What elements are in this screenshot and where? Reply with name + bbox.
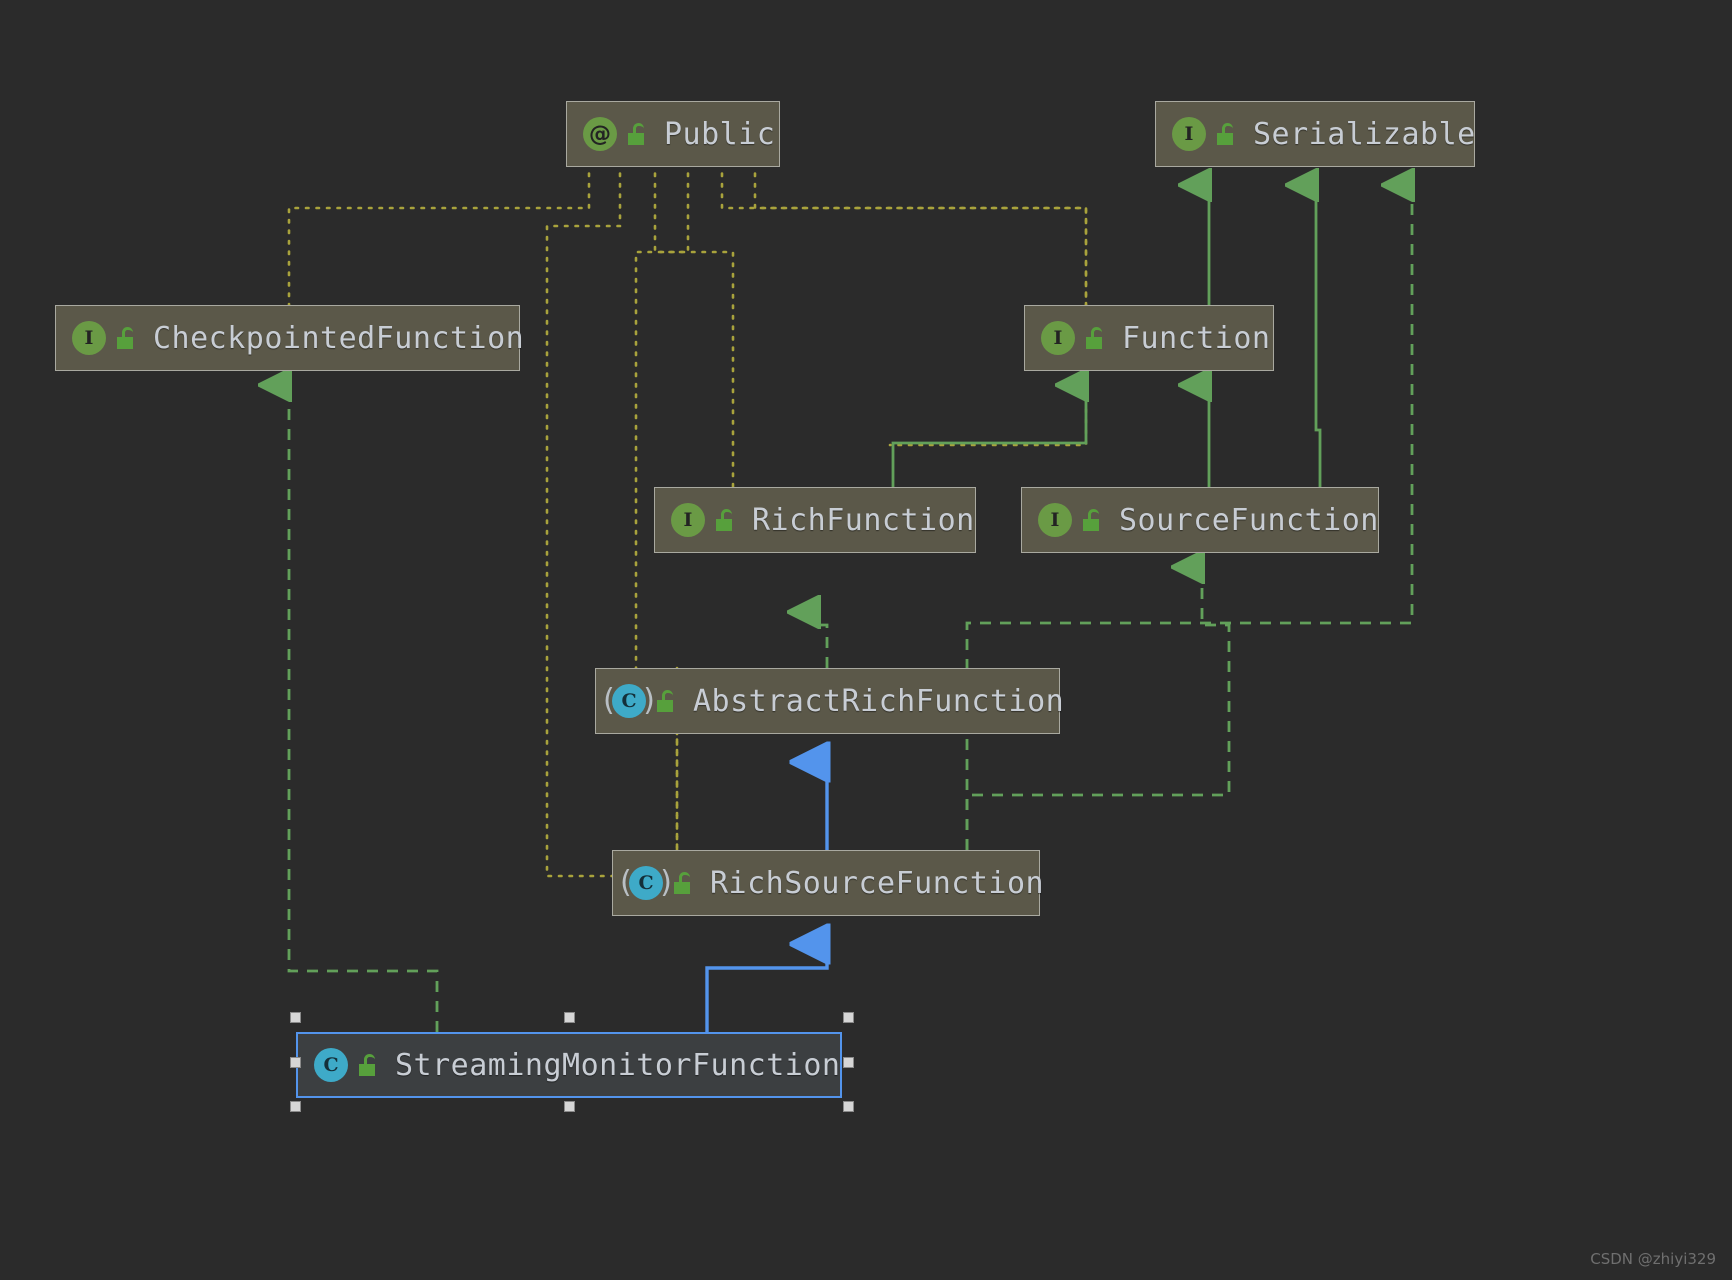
unlocked-public-icon (628, 123, 650, 145)
uml-diagram-canvas[interactable]: @ Public I Serializable I CheckpointedFu… (0, 0, 1732, 1280)
unlocked-public-icon (359, 1054, 381, 1076)
node-label: CheckpointedFunction (153, 320, 525, 356)
class-c-icon: C (314, 1048, 348, 1082)
node-label: RichFunction (752, 502, 975, 538)
interface-i-icon: I (1172, 117, 1206, 151)
node-label: Function (1122, 320, 1271, 356)
selection-handle-top-center[interactable] (564, 1012, 575, 1023)
interface-i-icon: I (1041, 321, 1075, 355)
selection-handle-middle-right[interactable] (843, 1057, 854, 1068)
node-label: RichSourceFunction (710, 865, 1045, 901)
unlocked-public-icon (674, 872, 696, 894)
node-label: Serializable (1253, 116, 1476, 152)
unlocked-public-icon (1083, 509, 1105, 531)
selection-handle-top-left[interactable] (290, 1012, 301, 1023)
selection-handle-bottom-center[interactable] (564, 1101, 575, 1112)
abstract-class-c-icon: ( C ) (620, 865, 672, 900)
interface-i-icon: I (72, 321, 106, 355)
node-label: SourceFunction (1119, 502, 1379, 538)
node-checkpointedfunction[interactable]: I CheckpointedFunction (55, 305, 524, 371)
watermark-text: CSDN @zhiyi329 (1590, 1250, 1716, 1268)
unlocked-public-icon (1217, 123, 1239, 145)
node-abstractrichfunction[interactable]: ( C ) AbstractRichFunction (595, 668, 1064, 734)
abstract-class-c-icon: ( C ) (603, 683, 655, 718)
unlocked-public-icon (716, 509, 738, 531)
node-label: AbstractRichFunction (693, 683, 1065, 719)
interface-i-icon: I (671, 503, 705, 537)
node-function[interactable]: I Function (1024, 305, 1274, 371)
node-sourcefunction[interactable]: I SourceFunction (1021, 487, 1379, 553)
edge-layer (0, 161, 1732, 1032)
interface-i-icon: I (1038, 503, 1072, 537)
node-label: Public (664, 116, 776, 152)
node-richfunction[interactable]: I RichFunction (654, 487, 976, 553)
selection-handle-top-right[interactable] (843, 1012, 854, 1023)
selection-handle-bottom-left[interactable] (290, 1101, 301, 1112)
selection-handle-bottom-right[interactable] (843, 1101, 854, 1112)
selection-handle-middle-left[interactable] (290, 1057, 301, 1068)
unlocked-public-icon (1086, 327, 1108, 349)
unlocked-public-icon (657, 690, 679, 712)
node-richsourcefunction[interactable]: ( C ) RichSourceFunction (612, 850, 1044, 916)
unlocked-public-icon (117, 327, 139, 349)
node-label: StreamingMonitorFunction (395, 1047, 841, 1083)
node-streamingmonitorfunction[interactable]: C StreamingMonitorFunction (296, 1032, 842, 1098)
annotation-at-icon: @ (583, 117, 617, 151)
node-serializable[interactable]: I Serializable (1155, 101, 1475, 167)
node-public[interactable]: @ Public (566, 101, 780, 167)
